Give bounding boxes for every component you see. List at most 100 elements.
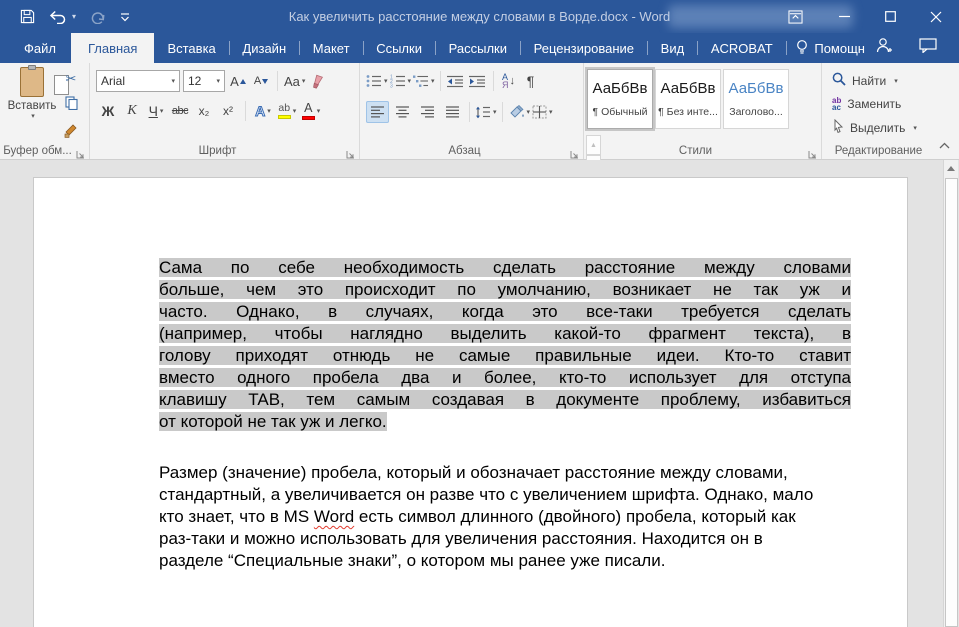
cut-icon[interactable]: ✂ [66,71,77,87]
selected-text-line[interactable]: больше, чем это происходит по умолчанию,… [159,280,851,299]
text-highlight-button[interactable]: ab▾ [277,100,297,122]
selected-text-line[interactable]: вместо одного пробела два и более, кто-т… [159,368,851,387]
tab-view[interactable]: Вид [648,33,698,63]
tab-insert[interactable]: Вставка [154,33,228,63]
selected-text-line[interactable]: Сама по себе необходимость сделать расст… [159,258,851,277]
increase-indent-button[interactable] [468,70,488,92]
subscript-button[interactable]: x₂ [194,100,214,122]
style-heading[interactable]: АаБбВв Заголово... [723,69,789,129]
undo-button[interactable] [49,10,68,24]
text-line[interactable]: раз-таки и можно использовать для увелич… [159,528,851,550]
editing-group-label: Редактирование [822,145,935,157]
text-line[interactable]: разделе “Специальные знаки”, о котором м… [159,550,851,572]
quick-access-toolbar: ▾ [20,0,130,33]
select-cursor-icon [832,119,844,136]
shrink-font-button[interactable]: А [251,70,271,92]
tab-layout[interactable]: Макет [300,33,363,63]
superscript-button[interactable]: x² [218,100,238,122]
svg-text:3: 3 [390,84,393,88]
multilevel-list-button[interactable]: ▾ [413,70,435,92]
align-center-button[interactable] [391,101,414,123]
title-bar: ▾ Как увеличить расстояние между словами… [0,0,959,33]
clear-formatting-icon[interactable] [308,70,328,92]
bullets-button[interactable]: ▾ [366,70,388,92]
text-line[interactable]: кто знает, что в MS Word есть символ дли… [159,506,851,528]
justify-button[interactable] [441,101,464,123]
replace-button[interactable]: ab ac Заменить [832,97,935,111]
tab-review[interactable]: Рецензирование [521,33,647,63]
highlight-pen-icon: ab [278,103,290,114]
misspelled-word: Word [314,507,354,526]
font-dialog-launcher-icon[interactable] [346,146,356,156]
close-button[interactable] [913,0,959,33]
tab-mailings[interactable]: Рассылки [436,33,520,63]
document-page[interactable]: Сама по себе необходимость сделать расст… [33,177,908,627]
text-line[interactable]: Размер (значение) пробела, который и обо… [159,462,851,484]
text-effects-button[interactable]: А▾ [253,100,273,122]
collapse-ribbon-icon[interactable] [939,136,950,154]
tab-design[interactable]: Дизайн [229,33,299,63]
group-paragraph: ▾ 123▾ ▾ АЯ↓ ¶ [360,63,584,159]
format-painter-icon[interactable] [64,124,78,143]
paste-dropdown-icon[interactable]: ▾ [31,112,35,120]
decrease-indent-button[interactable] [446,70,466,92]
paragraph-selected[interactable]: Сама по себе необходимость сделать расст… [159,257,851,433]
scrollbar-thumb[interactable] [945,178,958,627]
copy-icon[interactable] [65,96,78,115]
align-left-button[interactable] [366,101,389,123]
scrollbar-up-icon[interactable] [944,160,958,177]
customize-quick-access-icon[interactable] [120,12,130,22]
undo-dropdown-icon[interactable]: ▾ [72,12,76,21]
change-case-button[interactable]: Aa▾ [284,70,305,92]
bold-button[interactable]: Ж [98,100,118,122]
grow-font-button[interactable]: А [228,70,248,92]
save-icon[interactable] [20,9,35,24]
tell-me-label: Помощн [814,41,865,56]
vertical-scrollbar[interactable] [943,160,958,627]
paste-button[interactable]: Вставить ▾ [6,67,58,139]
group-clipboard: Вставить ▾ ✂ Буфер обм... [2,63,90,159]
tab-acrobat[interactable]: ACROBAT [698,33,786,63]
comments-icon[interactable] [919,38,937,58]
find-button[interactable]: Найти ▾ [832,72,935,89]
ribbon-display-options-icon[interactable] [775,0,815,33]
line-spacing-button[interactable]: ▾ [475,101,497,123]
underline-button[interactable]: Ч▾ [146,100,166,122]
numbering-button[interactable]: 123▾ [390,70,412,92]
font-color-button[interactable]: А▾ [301,100,321,122]
tab-home-active[interactable]: Главная [71,33,154,63]
window-controls [775,0,959,33]
shading-button[interactable]: ▾ [508,101,531,123]
minimize-button[interactable] [821,0,867,33]
style-normal[interactable]: АаБбВв ¶ Обычный [587,69,653,129]
paragraph-regular[interactable]: Размер (значение) пробела, который и обо… [159,462,851,572]
font-name-combo[interactable]: Arial▾ [96,70,180,92]
selected-text-line[interactable]: от которой не так уж и легко. [159,412,387,431]
tabrow-right-icons [875,33,959,63]
tab-file[interactable]: Файл [9,33,71,63]
document-area: Сама по себе необходимость сделать расст… [0,160,959,627]
styles-dialog-launcher-icon[interactable] [808,146,818,156]
borders-button[interactable]: ▾ [532,101,553,123]
paragraph-dialog-launcher-icon[interactable] [570,146,580,156]
selected-text-line[interactable]: (например, чтобы наглядно выделить какой… [159,324,851,343]
maximize-button[interactable] [867,0,913,33]
selected-text-line[interactable]: клавишу TAB, тем самым создавая в докуме… [159,390,851,409]
clipboard-dialog-launcher-icon[interactable] [76,146,86,156]
align-right-button[interactable] [416,101,439,123]
replace-icon: ab ac [832,97,841,111]
selected-text-line[interactable]: часто. Однако, в случаях, когда это все-… [159,302,851,321]
font-size-combo[interactable]: 12▾ [183,70,225,92]
tab-tell-me[interactable]: Помощн [786,33,875,63]
style-no-spacing[interactable]: АаБбВв ¶ Без инте... [655,69,721,129]
share-person-icon[interactable] [875,37,893,59]
show-paragraph-marks-button[interactable]: ¶ [521,70,541,92]
strikethrough-button[interactable]: abc [170,100,190,122]
text-line[interactable]: стандартный, а увеличивается он разве чт… [159,484,851,506]
italic-button[interactable]: К [122,100,142,122]
paste-label: Вставить [8,100,57,112]
selected-text-line[interactable]: голову приходят отнюдь не самые правильн… [159,346,851,365]
tab-references[interactable]: Ссылки [363,33,435,63]
select-button[interactable]: Выделить ▾ [832,119,935,136]
sort-button[interactable]: АЯ↓ [499,70,519,92]
